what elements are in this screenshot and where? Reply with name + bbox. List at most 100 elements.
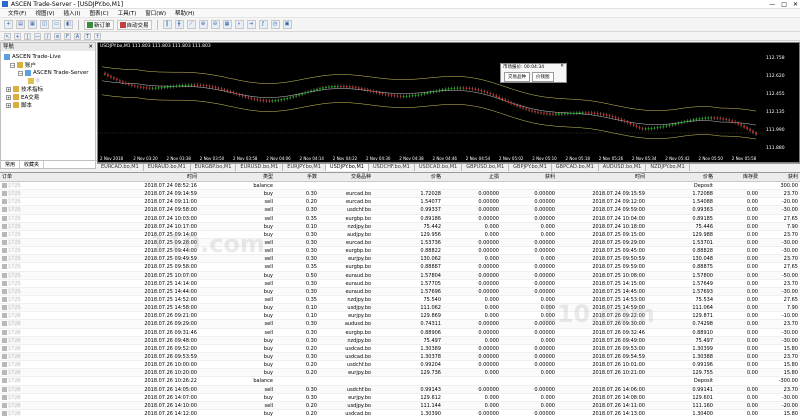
- table-row[interactable]: 1726 2018.07.26 09:48:00 buy 0.30 nzdjpy.bo 7…: [0, 336, 800, 345]
- price-chart-button[interactable]: 价钱图: [532, 72, 554, 82]
- new-order-button[interactable]: 新订单: [84, 19, 114, 30]
- autoscroll-icon[interactable]: »: [234, 20, 244, 29]
- indicators-icon[interactable]: ƒ: [258, 20, 268, 29]
- tree-item-account[interactable]: 8: [4, 77, 92, 85]
- table-row[interactable]: 1725 2018.07.25 14:52:00 sell 0.35 nzdjpy.bo…: [0, 296, 800, 305]
- zoom-in-icon[interactable]: ⊕: [198, 20, 208, 29]
- minimize-button[interactable]: —: [769, 1, 775, 8]
- templates-icon[interactable]: ▣: [282, 20, 292, 29]
- table-row[interactable]: 1726 2018.07.26 10:00:00 buy 0.20 usdchf.bo 0…: [0, 361, 800, 370]
- chart-tab[interactable]: GBPJPY.bo,M1: [509, 164, 552, 171]
- tree-item-expert-advisors[interactable]: + EA交易: [4, 93, 92, 101]
- table-row[interactable]: 1725 2018.07.25 10:07:00 buy 0.50 euraud.bo 1…: [0, 271, 800, 280]
- expand-icon[interactable]: +: [6, 94, 11, 100]
- cursor-icon[interactable]: ↖: [4, 32, 11, 40]
- table-row[interactable]: 1725 2018.07.24 10:17:00 buy 0.10 nzdjpy.bo 7…: [0, 222, 800, 231]
- market-watch-icon[interactable]: ▦: [28, 20, 37, 29]
- navigator-close-icon[interactable]: ✕: [88, 43, 93, 51]
- new-chart-icon[interactable]: +: [4, 20, 13, 29]
- header-close-price[interactable]: 价格: [647, 173, 715, 181]
- table-row[interactable]: 1725 2018.07.25 14:44:00 buy 0.30 euraud.bo 1…: [0, 287, 800, 296]
- tab-common[interactable]: 常用: [1, 161, 21, 168]
- menu-file[interactable]: 文件(F): [8, 9, 26, 17]
- tree-item-scripts[interactable]: + 脚本: [4, 101, 92, 109]
- table-row[interactable]: 1725 2018.07.25 14:58:00 buy 0.10 usdjpy.bo 1…: [0, 304, 800, 313]
- header-price[interactable]: 价格: [373, 173, 443, 181]
- table-row[interactable]: 1725 2018.07.24 10:03:00 sell 0.35 eurgbp.bo…: [0, 215, 800, 223]
- channel-icon[interactable]: ≡: [54, 32, 61, 40]
- tab-favorites[interactable]: 收藏夹: [20, 161, 45, 168]
- horizontal-line-icon[interactable]: —: [34, 32, 41, 40]
- tree-item-accounts[interactable]: − 账户: [4, 61, 92, 69]
- chart-tab[interactable]: GBPUSD.bo,M1: [462, 164, 510, 171]
- table-row[interactable]: 1725 2018.07.24 08:52:16 balance Deposit 300…: [0, 182, 800, 191]
- table-row[interactable]: 1725 2018.07.25 14:14:00 sell 0.30 euraud.bo…: [0, 280, 800, 288]
- terminal-icon[interactable]: ▭: [52, 20, 61, 29]
- table-row[interactable]: 1726 2018.07.26 09:52:00 buy 0.20 usdcad.bo 1…: [0, 345, 800, 353]
- chart-tab[interactable]: EURJPY.bo,M1: [283, 164, 326, 171]
- chart-tab[interactable]: GBPCAD.bo,M1: [552, 164, 599, 171]
- header-order[interactable]: 订单: [0, 173, 24, 181]
- menu-insert[interactable]: 插入(I): [64, 9, 81, 17]
- table-row[interactable]: 1725 2018.07.25 09:58:00 sell 0.35 eurgbp.bo…: [0, 263, 800, 272]
- collapse-icon[interactable]: −: [10, 62, 15, 68]
- collapse-icon[interactable]: −: [18, 70, 23, 76]
- vertical-line-icon[interactable]: |: [24, 32, 31, 40]
- menu-window[interactable]: 窗口(W): [145, 9, 166, 17]
- chart-tab[interactable]: EURCAD.bo,M1: [97, 164, 144, 171]
- table-row[interactable]: 1725 2018.07.24 09:11:00 sell 0.20 eurcad.bo…: [0, 198, 800, 207]
- header-tp[interactable]: 获利: [501, 173, 557, 181]
- table-row[interactable]: 1726 2018.07.26 09:29:00 sell 0.30 audusd.bo…: [0, 320, 800, 329]
- header-type[interactable]: 类型: [199, 173, 275, 181]
- header-swap[interactable]: 库存费: [715, 173, 760, 181]
- table-row[interactable]: 1725 2018.07.25 09:44:00 sell 0.30 eurgbp.bo…: [0, 247, 800, 256]
- symbols-button[interactable]: 交易品种: [504, 72, 530, 82]
- chart-tab[interactable]: EURUSD.bo,M1: [236, 164, 284, 171]
- text-icon[interactable]: A: [74, 32, 81, 40]
- table-row[interactable]: 1725 2018.07.25 09:14:00 buy 0.30 audjpy.bo 1…: [0, 231, 800, 239]
- chart-canvas[interactable]: 112.758 112.620 112.455 112.135 111.990 111.8…: [98, 43, 799, 162]
- tree-item-trade-live[interactable]: ASCEN Trade-Live: [4, 53, 92, 61]
- table-row[interactable]: 1725 2018.07.24 09:14:59 buy 0.30 eurcad.bo 1…: [0, 190, 800, 199]
- table-row[interactable]: 1726 2018.07.26 14:05:00 sell 0.30 usdchf.bo…: [0, 385, 800, 394]
- table-row[interactable]: 1726 2018.07.26 14:07:00 buy 0.30 eurjpy.bo 1…: [0, 394, 800, 402]
- menu-view[interactable]: 视图(V): [35, 9, 54, 17]
- chart-tab[interactable]: USDCHF.bo,M1: [369, 164, 415, 171]
- bar-chart-icon[interactable]: ┃: [162, 20, 172, 29]
- menu-chart[interactable]: 图表(C): [89, 9, 108, 17]
- fibonacci-icon[interactable]: F: [64, 32, 71, 40]
- expand-icon[interactable]: +: [6, 86, 11, 92]
- header-size[interactable]: 手数: [275, 173, 319, 181]
- header-time[interactable]: 时间: [24, 173, 199, 181]
- maximize-button[interactable]: □: [781, 1, 787, 8]
- menu-tools[interactable]: 工具(T): [118, 9, 137, 17]
- label-icon[interactable]: T: [84, 32, 91, 40]
- header-close-time[interactable]: 时间: [557, 173, 647, 181]
- zoom-out-icon[interactable]: ⊖: [210, 20, 220, 29]
- table-row[interactable]: 1726 2018.07.26 14:10:00 sell 0.20 usdjpy.bo…: [0, 401, 800, 410]
- header-sl[interactable]: 止损: [443, 173, 501, 181]
- chart-tab[interactable]: EURAUD.bo,M1: [144, 164, 191, 171]
- menu-help[interactable]: 帮助(H): [175, 9, 194, 17]
- tree-item-trade-server[interactable]: − ASCEN Trade-Server: [4, 69, 92, 77]
- table-row[interactable]: 1726 2018.07.26 10:26:22 balance Deposit -30…: [0, 377, 800, 386]
- table-row[interactable]: 1726 2018.07.26 09:53:59 buy 0.30 usdcad.bo 1…: [0, 352, 800, 362]
- chart-tab[interactable]: USDJPY.bo,M1: [325, 164, 369, 171]
- chart-tab[interactable]: NZDJPY.bo,M1: [646, 164, 690, 171]
- chart-tab[interactable]: AUDUSD.bo,M1: [599, 164, 647, 171]
- table-row[interactable]: 1725 2018.07.25 09:28:00 sell 0.30 eurcad.bo…: [0, 238, 800, 248]
- candle-chart-icon[interactable]: ╫: [174, 20, 184, 29]
- crosshair-icon[interactable]: +: [14, 32, 21, 40]
- tile-icon[interactable]: ▦: [222, 20, 232, 29]
- profiles-icon[interactable]: ▤: [16, 20, 25, 29]
- tester-icon[interactable]: ◧: [64, 20, 73, 29]
- table-row[interactable]: 1725 2018.07.24 09:58:00 sell 0.30 usdchf.bo…: [0, 206, 800, 215]
- line-chart-icon[interactable]: ⟋: [186, 20, 196, 29]
- header-profit[interactable]: 获利: [760, 173, 800, 181]
- chart-tab[interactable]: EURGBP.bo,M1: [191, 164, 237, 171]
- close-button[interactable]: ✕: [793, 1, 798, 8]
- navigator-icon[interactable]: ◫: [40, 20, 49, 29]
- header-symbol[interactable]: 交易品种: [319, 173, 373, 181]
- expand-icon[interactable]: +: [6, 102, 11, 108]
- table-row[interactable]: 1725 2018.07.25 09:49:59 sell 0.30 eurjpy.bo…: [0, 255, 800, 264]
